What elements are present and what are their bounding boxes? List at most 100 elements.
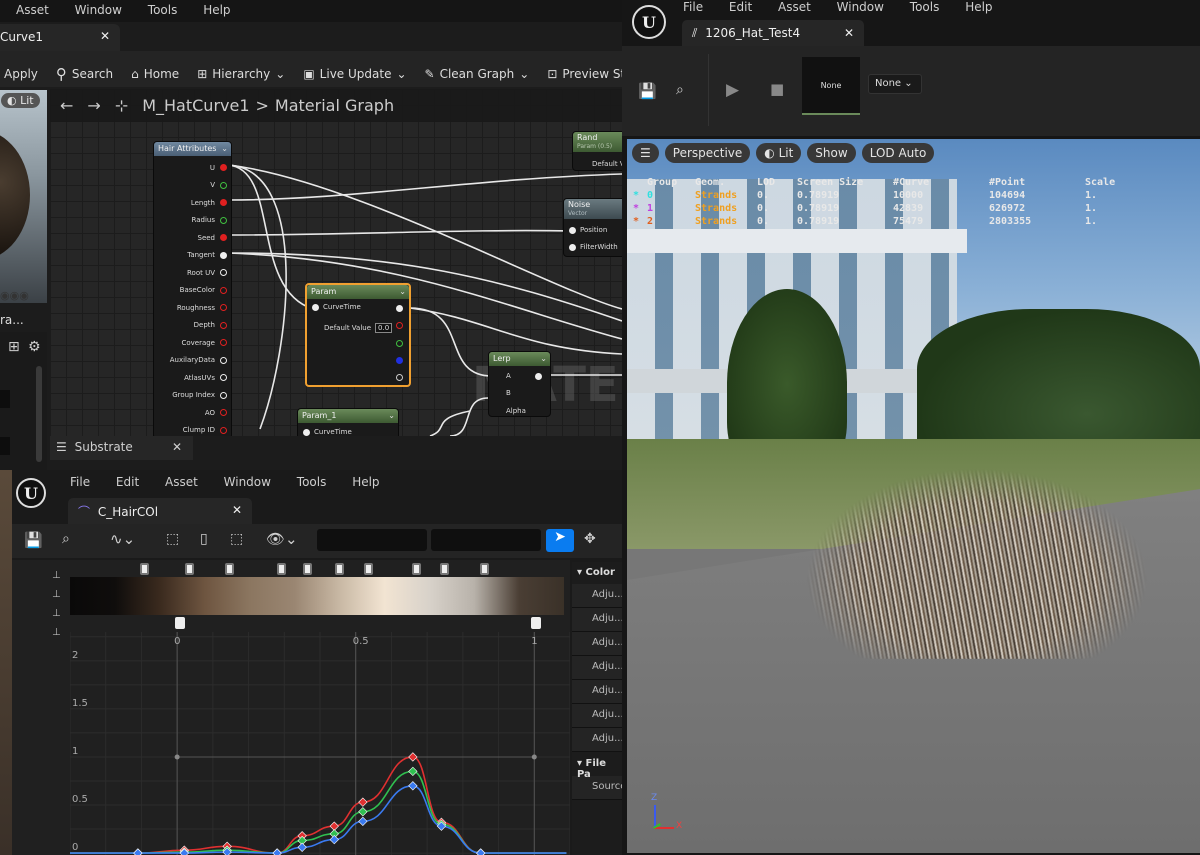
- menu-edit[interactable]: Edit: [729, 0, 752, 14]
- hair-attribute-pin[interactable]: Seed: [154, 229, 231, 247]
- hair-attribute-pin[interactable]: Clump ID: [154, 422, 231, 437]
- chevron-down-icon[interactable]: ⌄: [540, 354, 547, 363]
- color-stop[interactable]: [140, 563, 149, 575]
- color-adjust-row[interactable]: Adju...: [572, 632, 622, 656]
- color-stop[interactable]: [277, 563, 286, 575]
- alpha-stop-left[interactable]: [175, 617, 185, 629]
- curve-field-1[interactable]: [317, 529, 427, 551]
- default-value-field[interactable]: 0.0: [375, 323, 393, 333]
- noise-position-pin[interactable]: Position: [569, 226, 607, 234]
- menu-window[interactable]: Window: [837, 0, 884, 14]
- color-stop[interactable]: [303, 563, 312, 575]
- material-graph-canvas[interactable]: ← → ⊹ M_HatCurve1 > Material Graph MATER: [50, 89, 622, 436]
- menu-asset[interactable]: Asset: [16, 3, 49, 17]
- lerp-pin-b[interactable]: B: [506, 389, 511, 397]
- color-adjust-row[interactable]: Adju...: [572, 728, 622, 752]
- preview-stats-button[interactable]: ⊡ Preview Sta: [547, 61, 632, 87]
- side-field[interactable]: [0, 390, 10, 408]
- pointer-tool-button[interactable]: ➤: [546, 529, 574, 552]
- save-icon[interactable]: 💾: [24, 531, 43, 549]
- lerp-pin-a[interactable]: A: [506, 372, 511, 380]
- color-stop[interactable]: [440, 563, 449, 575]
- live-update-button[interactable]: ▣ Live Update ⌄: [303, 61, 406, 87]
- hair-attribute-pin[interactable]: V: [154, 177, 231, 195]
- color-adjust-row[interactable]: Adju...: [572, 584, 622, 608]
- curve-chart[interactable]: 0 0.5 1 2 1.5 1 0.5 0: [70, 632, 570, 855]
- lit-button[interactable]: ◐ Lit: [756, 143, 802, 163]
- menu-tools[interactable]: Tools: [297, 475, 327, 489]
- hair-attribute-pin[interactable]: Radius: [154, 212, 231, 230]
- menu-help[interactable]: Help: [203, 3, 230, 17]
- color-adjust-row[interactable]: Adju...: [572, 704, 622, 728]
- alpha-stop-right[interactable]: [531, 617, 541, 629]
- chevron-down-icon[interactable]: ⌄: [388, 411, 395, 420]
- hair-attribute-pin[interactable]: AO: [154, 404, 231, 422]
- viewport-menu-button[interactable]: ☰: [632, 143, 659, 163]
- output-pin-white-alpha[interactable]: [396, 374, 403, 381]
- menu-window[interactable]: Window: [75, 3, 122, 17]
- search-button[interactable]: ⚲ Search: [56, 61, 113, 87]
- color-stop[interactable]: [364, 563, 373, 575]
- gradient-strip[interactable]: [70, 577, 564, 615]
- param1-node[interactable]: Param_1 ⌄ CurveTime: [297, 408, 399, 436]
- chevron-down-icon[interactable]: ⌄: [221, 144, 228, 153]
- eye-icon[interactable]: 👁⌄: [266, 530, 298, 548]
- transform-tool-icon[interactable]: ▯: [200, 531, 208, 547]
- menu-help[interactable]: Help: [352, 475, 379, 489]
- play-icon[interactable]: ▶: [726, 80, 739, 100]
- param-node[interactable]: Param ⌄ CurveTime Default Value 0.0: [305, 283, 411, 387]
- rand-pin[interactable]: Default V: [592, 160, 622, 168]
- rand-node[interactable]: Rand Param (0.5) Default V: [572, 131, 622, 171]
- preview-lit-pill[interactable]: ◐ Lit: [1, 93, 40, 108]
- menu-tools[interactable]: Tools: [148, 3, 178, 17]
- curve-field-2[interactable]: [431, 529, 541, 551]
- lod-button[interactable]: LOD Auto: [861, 143, 935, 163]
- param1-curvetime-pin[interactable]: CurveTime: [303, 428, 352, 436]
- hair-attribute-pin[interactable]: Coverage: [154, 334, 231, 352]
- material-preview[interactable]: ◐ Lit ◉◉◉: [0, 90, 47, 303]
- lerp-node[interactable]: Lerp ⌄ A B Alpha: [488, 351, 551, 417]
- grid-icon[interactable]: ⊞: [8, 339, 20, 355]
- save-icon[interactable]: 💾: [638, 82, 657, 100]
- color-stop[interactable]: [225, 563, 234, 575]
- select-tool-icon[interactable]: ⬚: [166, 531, 179, 547]
- output-pin-green[interactable]: [396, 340, 403, 347]
- animation-thumbnail[interactable]: None: [802, 57, 860, 115]
- color-stop[interactable]: [335, 563, 344, 575]
- stop-icon[interactable]: ■: [770, 80, 784, 98]
- color-stop[interactable]: [412, 563, 421, 575]
- hierarchy-button[interactable]: ⊞ Hierarchy ⌄: [197, 61, 285, 87]
- lerp-pin-alpha[interactable]: Alpha: [506, 407, 526, 415]
- close-icon[interactable]: ✕: [232, 503, 242, 517]
- color-section-header[interactable]: ▾ Color: [572, 562, 622, 584]
- hair-attribute-pin[interactable]: AuxilaryData: [154, 352, 231, 370]
- curve-mode-icon[interactable]: ∿⌄: [110, 530, 135, 548]
- color-adjust-row[interactable]: Adju...: [572, 680, 622, 704]
- hair-attribute-pin[interactable]: BaseColor: [154, 282, 231, 300]
- browse-icon[interactable]: ⌕: [62, 531, 70, 547]
- viewer-tab[interactable]: ⫽ 1206_Hat_Test4 ✕: [682, 20, 864, 46]
- hair-attribute-pin[interactable]: Root UV: [154, 264, 231, 282]
- scrollbar[interactable]: [36, 366, 42, 462]
- curve-graph-area[interactable]: ⊥ ⊥ ⊥ ⊥ 0 0.5 1 2 1.5 1 0.5 0: [12, 560, 570, 855]
- file-section-header[interactable]: ▾ File Pa: [572, 752, 622, 780]
- preview-thumbs[interactable]: ◉◉◉: [0, 289, 29, 302]
- close-icon[interactable]: ✕: [100, 29, 110, 43]
- browse-icon[interactable]: ⌕: [676, 82, 684, 98]
- hair-attribute-pin[interactable]: Length: [154, 194, 231, 212]
- hair-attribute-pin[interactable]: U: [154, 159, 231, 177]
- clean-graph-button[interactable]: ✎ Clean Graph ⌄: [425, 61, 530, 87]
- output-pin-white[interactable]: [396, 305, 403, 312]
- color-adjust-row[interactable]: Adju...: [572, 608, 622, 632]
- color-stop[interactable]: [480, 563, 489, 575]
- viewport[interactable]: ☰ Perspective ◐ Lit Show LOD Auto Group G…: [627, 139, 1200, 853]
- menu-window[interactable]: Window: [224, 475, 271, 489]
- menu-help[interactable]: Help: [965, 0, 992, 14]
- frame-tool-icon[interactable]: ⬚: [230, 531, 243, 547]
- curve-tab[interactable]: ⌒ C_HairCOl ✕: [68, 498, 252, 524]
- output-pin-red[interactable]: [396, 322, 403, 329]
- output-pin-blue[interactable]: [396, 357, 403, 364]
- noise-filterwidth-pin[interactable]: FilterWidth: [569, 243, 618, 251]
- fit-view-icon[interactable]: ✥: [584, 531, 596, 547]
- close-icon[interactable]: ✕: [172, 440, 182, 454]
